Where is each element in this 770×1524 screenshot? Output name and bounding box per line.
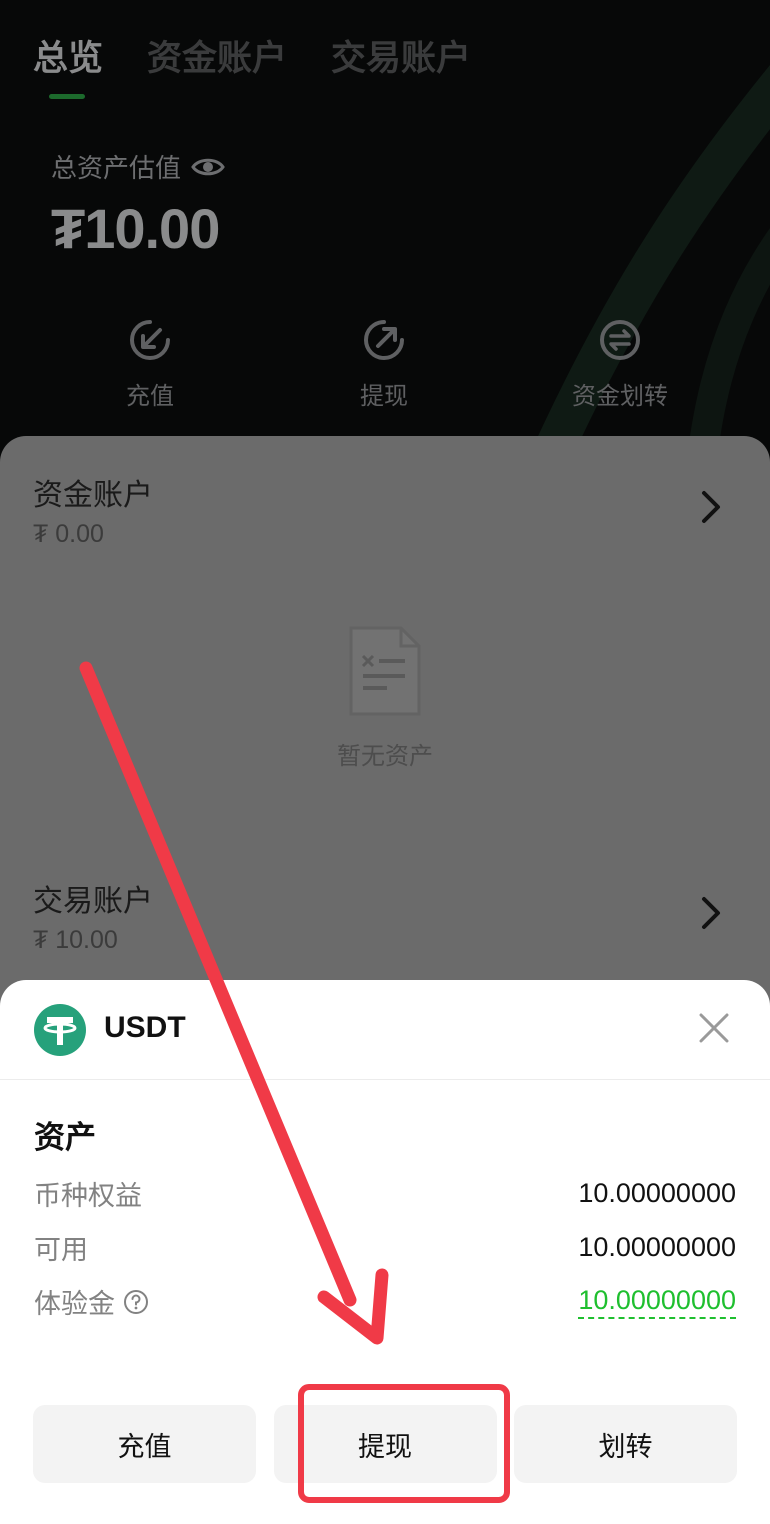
trial-fund-row: 体验金 10.00000000 — [34, 1282, 736, 1321]
trading-account-name: 交易账户 — [33, 885, 153, 918]
total-assets-value: ₮10.00 — [51, 197, 220, 260]
tether-logo-icon — [34, 1004, 86, 1056]
empty-state-text: 暂无资产 — [337, 743, 433, 770]
active-tab-indicator — [49, 94, 85, 99]
equity-label: 币种权益 — [34, 1181, 142, 1211]
transfer-action[interactable]: 资金划转 — [492, 318, 748, 411]
close-icon[interactable] — [698, 1012, 730, 1044]
tab-overview[interactable]: 总览 — [33, 30, 103, 81]
empty-document-icon — [349, 626, 421, 716]
empty-state: 暂无资产 — [0, 624, 770, 771]
account-tabs: 总览 资金账户 交易账户 — [33, 30, 471, 81]
withdraw-icon — [364, 320, 404, 360]
funding-account-value: ₮ 0.00 — [33, 520, 104, 548]
funding-account-name: 资金账户 — [33, 479, 153, 512]
withdraw-button[interactable]: 提现 — [273, 1405, 497, 1483]
deposit-button[interactable]: 充值 — [33, 1405, 256, 1483]
total-assets-label: 总资产估值 — [51, 148, 225, 185]
sheet-header: USDT — [0, 980, 770, 1080]
quick-actions: 充值 提现 资金划转 — [0, 318, 770, 411]
trial-fund-value[interactable]: 10.00000000 — [578, 1285, 736, 1319]
tab-trading-account[interactable]: 交易账户 — [331, 30, 471, 81]
transfer-icon — [600, 320, 640, 360]
equity-value: 10.00000000 — [578, 1178, 736, 1208]
trial-fund-label: 体验金 — [34, 1282, 149, 1321]
eye-icon[interactable] — [191, 156, 225, 178]
trading-account-value: ₮ 10.00 — [33, 926, 118, 954]
help-icon[interactable] — [123, 1289, 149, 1315]
trading-account-row[interactable]: 交易账户 ₮ 10.00 — [33, 876, 153, 955]
available-value: 10.00000000 — [578, 1232, 736, 1262]
withdraw-action[interactable]: 提现 — [256, 318, 512, 411]
deposit-icon — [130, 320, 170, 360]
tab-funding-account[interactable]: 资金账户 — [147, 30, 287, 81]
available-row: 可用 10.00000000 — [34, 1228, 736, 1267]
chevron-right-icon[interactable] — [700, 490, 722, 524]
equity-row: 币种权益 10.00000000 — [34, 1174, 736, 1213]
assets-section-title: 资产 — [34, 1120, 96, 1155]
sheet-actions: 充值 提现 划转 — [33, 1405, 737, 1483]
coin-detail-sheet: USDT 资产 币种权益 10.00000000 可用 10.00000000 … — [0, 980, 770, 1524]
available-label: 可用 — [34, 1235, 88, 1265]
overview-header: 总览 资金账户 交易账户 总资产估值 ₮10.00 充值 提现 资金划转 — [0, 0, 770, 470]
funding-account-row[interactable]: 资金账户 ₮ 0.00 — [33, 470, 153, 549]
transfer-button[interactable]: 划转 — [514, 1405, 737, 1483]
chevron-right-icon[interactable] — [700, 896, 722, 930]
deposit-action[interactable]: 充值 — [22, 318, 278, 411]
coin-name: USDT — [104, 1011, 186, 1044]
